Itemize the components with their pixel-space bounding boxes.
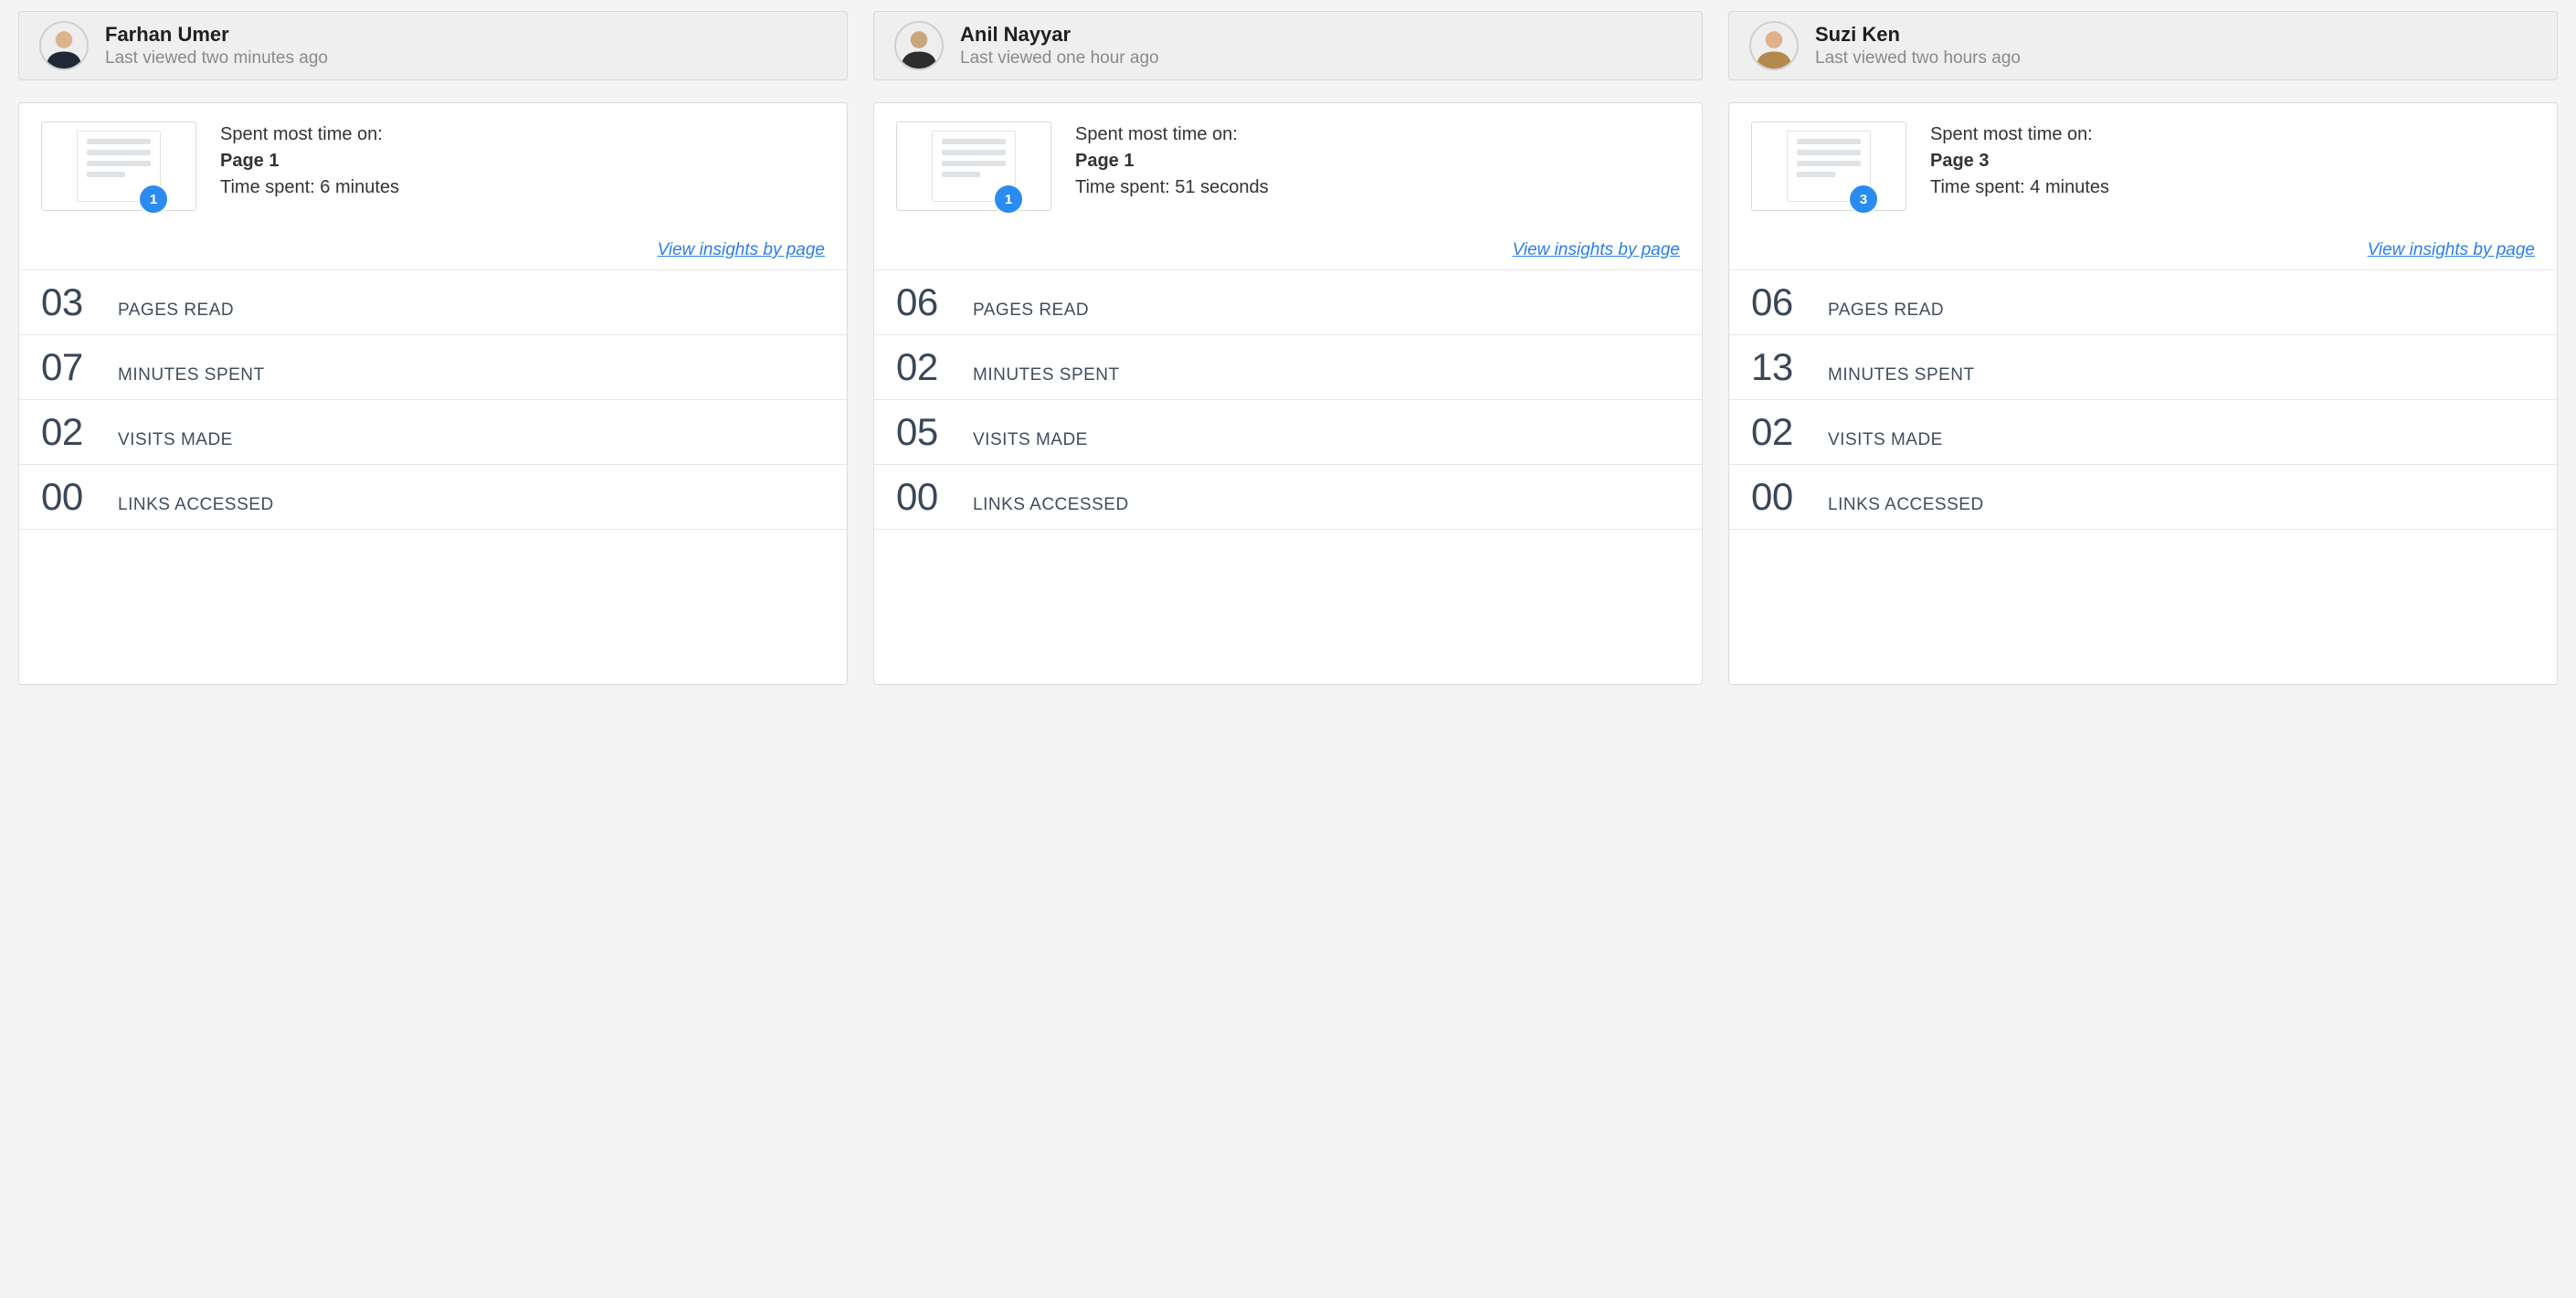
top-page-text: Spent most time on: Page 1 Time spent: 6… xyxy=(220,121,825,201)
stat-value: 02 xyxy=(896,348,956,386)
stat-value: 06 xyxy=(1751,283,1811,322)
stat-minutes-spent: 13 MINUTES SPENT xyxy=(1729,335,2557,400)
viewer-name: Suzi Ken xyxy=(1815,22,2021,47)
page-thumbnail[interactable]: 3 xyxy=(1751,121,1906,211)
stat-value: 13 xyxy=(1751,348,1811,386)
viewer-card-header: Farhan Umer Last viewed two minutes ago xyxy=(18,11,848,80)
stat-visits-made: 02 VISITS MADE xyxy=(19,400,847,465)
insights-board: Farhan Umer Last viewed two minutes ago … xyxy=(0,0,2576,712)
top-page-text: Spent most time on: Page 1 Time spent: 5… xyxy=(1075,121,1680,201)
stat-minutes-spent: 02 MINUTES SPENT xyxy=(874,335,1702,400)
stat-label: MINUTES SPENT xyxy=(973,365,1120,385)
time-spent-line: Time spent: 6 minutes xyxy=(220,174,825,201)
top-page-summary: 1 Spent most time on: Page 1 Time spent:… xyxy=(874,103,1702,270)
stat-value: 02 xyxy=(1751,413,1811,451)
viewer-card-body: 1 Spent most time on: Page 1 Time spent:… xyxy=(18,102,848,685)
stat-label: VISITS MADE xyxy=(1828,430,1943,450)
stat-label: LINKS ACCESSED xyxy=(1828,495,1984,515)
stat-visits-made: 02 VISITS MADE xyxy=(1729,400,2557,465)
stat-value: 05 xyxy=(896,413,956,451)
view-insights-wrap: View insights by page xyxy=(896,240,1680,260)
top-page-text: Spent most time on: Page 3 Time spent: 4… xyxy=(1930,121,2535,201)
stat-links-accessed: 00 LINKS ACCESSED xyxy=(19,465,847,530)
time-spent-value: 6 minutes xyxy=(320,177,399,197)
top-page-summary: 1 Spent most time on: Page 1 Time spent:… xyxy=(19,103,847,270)
view-insights-link[interactable]: View insights by page xyxy=(2368,240,2535,259)
stat-value: 00 xyxy=(41,478,101,516)
stat-visits-made: 05 VISITS MADE xyxy=(874,400,1702,465)
stat-minutes-spent: 07 MINUTES SPENT xyxy=(19,335,847,400)
viewer-name: Farhan Umer xyxy=(105,22,328,47)
page-thumbnail[interactable]: 1 xyxy=(41,121,196,211)
view-insights-wrap: View insights by page xyxy=(41,240,825,260)
avatar xyxy=(39,21,89,70)
viewer-card: Suzi Ken Last viewed two hours ago 3 Spe… xyxy=(1728,11,2558,685)
top-page-name: Page 1 xyxy=(1075,148,1680,174)
viewer-last-viewed: Last viewed two hours ago xyxy=(1815,47,2021,69)
spent-most-time-label: Spent most time on: xyxy=(220,121,825,148)
stat-label: PAGES READ xyxy=(973,301,1089,321)
spent-most-time-label: Spent most time on: xyxy=(1930,121,2535,148)
stat-pages-read: 06 PAGES READ xyxy=(1729,270,2557,335)
stat-value: 00 xyxy=(1751,478,1811,516)
stat-value: 06 xyxy=(896,283,956,322)
page-thumbnail[interactable]: 1 xyxy=(896,121,1051,211)
stat-pages-read: 06 PAGES READ xyxy=(874,270,1702,335)
stat-value: 03 xyxy=(41,283,101,322)
viewer-last-viewed: Last viewed two minutes ago xyxy=(105,47,328,69)
time-spent-line: Time spent: 51 seconds xyxy=(1075,174,1680,201)
stat-label: MINUTES SPENT xyxy=(118,365,265,385)
stat-links-accessed: 00 LINKS ACCESSED xyxy=(874,465,1702,530)
view-insights-link[interactable]: View insights by page xyxy=(658,240,825,259)
avatar xyxy=(1749,21,1799,70)
stat-value: 07 xyxy=(41,348,101,386)
stat-pages-read: 03 PAGES READ xyxy=(19,270,847,335)
viewer-identity: Suzi Ken Last viewed two hours ago xyxy=(1815,22,2021,69)
top-page-name: Page 1 xyxy=(220,148,825,174)
stat-links-accessed: 00 LINKS ACCESSED xyxy=(1729,465,2557,530)
view-insights-wrap: View insights by page xyxy=(1751,240,2535,260)
time-spent-value: 4 minutes xyxy=(2030,177,2109,197)
spent-most-time-label: Spent most time on: xyxy=(1075,121,1680,148)
stat-value: 02 xyxy=(41,413,101,451)
top-page-summary: 3 Spent most time on: Page 3 Time spent:… xyxy=(1729,103,2557,270)
stat-label: LINKS ACCESSED xyxy=(118,495,274,515)
stat-value: 00 xyxy=(896,478,956,516)
stat-label: PAGES READ xyxy=(1828,301,1944,321)
stat-label: VISITS MADE xyxy=(118,430,233,450)
stat-label: PAGES READ xyxy=(118,301,234,321)
viewer-identity: Anil Nayyar Last viewed one hour ago xyxy=(960,22,1159,69)
stat-label: VISITS MADE xyxy=(973,430,1088,450)
page-number-badge: 1 xyxy=(995,185,1022,213)
avatar xyxy=(894,21,944,70)
view-insights-link[interactable]: View insights by page xyxy=(1513,240,1680,259)
page-number-badge: 3 xyxy=(1850,185,1877,213)
viewer-card-header: Suzi Ken Last viewed two hours ago xyxy=(1728,11,2558,80)
viewer-card-body: 3 Spent most time on: Page 3 Time spent:… xyxy=(1728,102,2558,685)
top-page-name: Page 3 xyxy=(1930,148,2535,174)
viewer-card: Anil Nayyar Last viewed one hour ago 1 S… xyxy=(873,11,1703,685)
viewer-identity: Farhan Umer Last viewed two minutes ago xyxy=(105,22,328,69)
page-number-badge: 1 xyxy=(140,185,167,213)
stat-label: LINKS ACCESSED xyxy=(973,495,1129,515)
viewer-card-body: 1 Spent most time on: Page 1 Time spent:… xyxy=(873,102,1703,685)
viewer-card: Farhan Umer Last viewed two minutes ago … xyxy=(18,11,848,685)
stat-label: MINUTES SPENT xyxy=(1828,365,1975,385)
viewer-name: Anil Nayyar xyxy=(960,22,1159,47)
time-spent-value: 51 seconds xyxy=(1175,177,1268,197)
viewer-last-viewed: Last viewed one hour ago xyxy=(960,47,1159,69)
viewer-card-header: Anil Nayyar Last viewed one hour ago xyxy=(873,11,1703,80)
time-spent-line: Time spent: 4 minutes xyxy=(1930,174,2535,201)
